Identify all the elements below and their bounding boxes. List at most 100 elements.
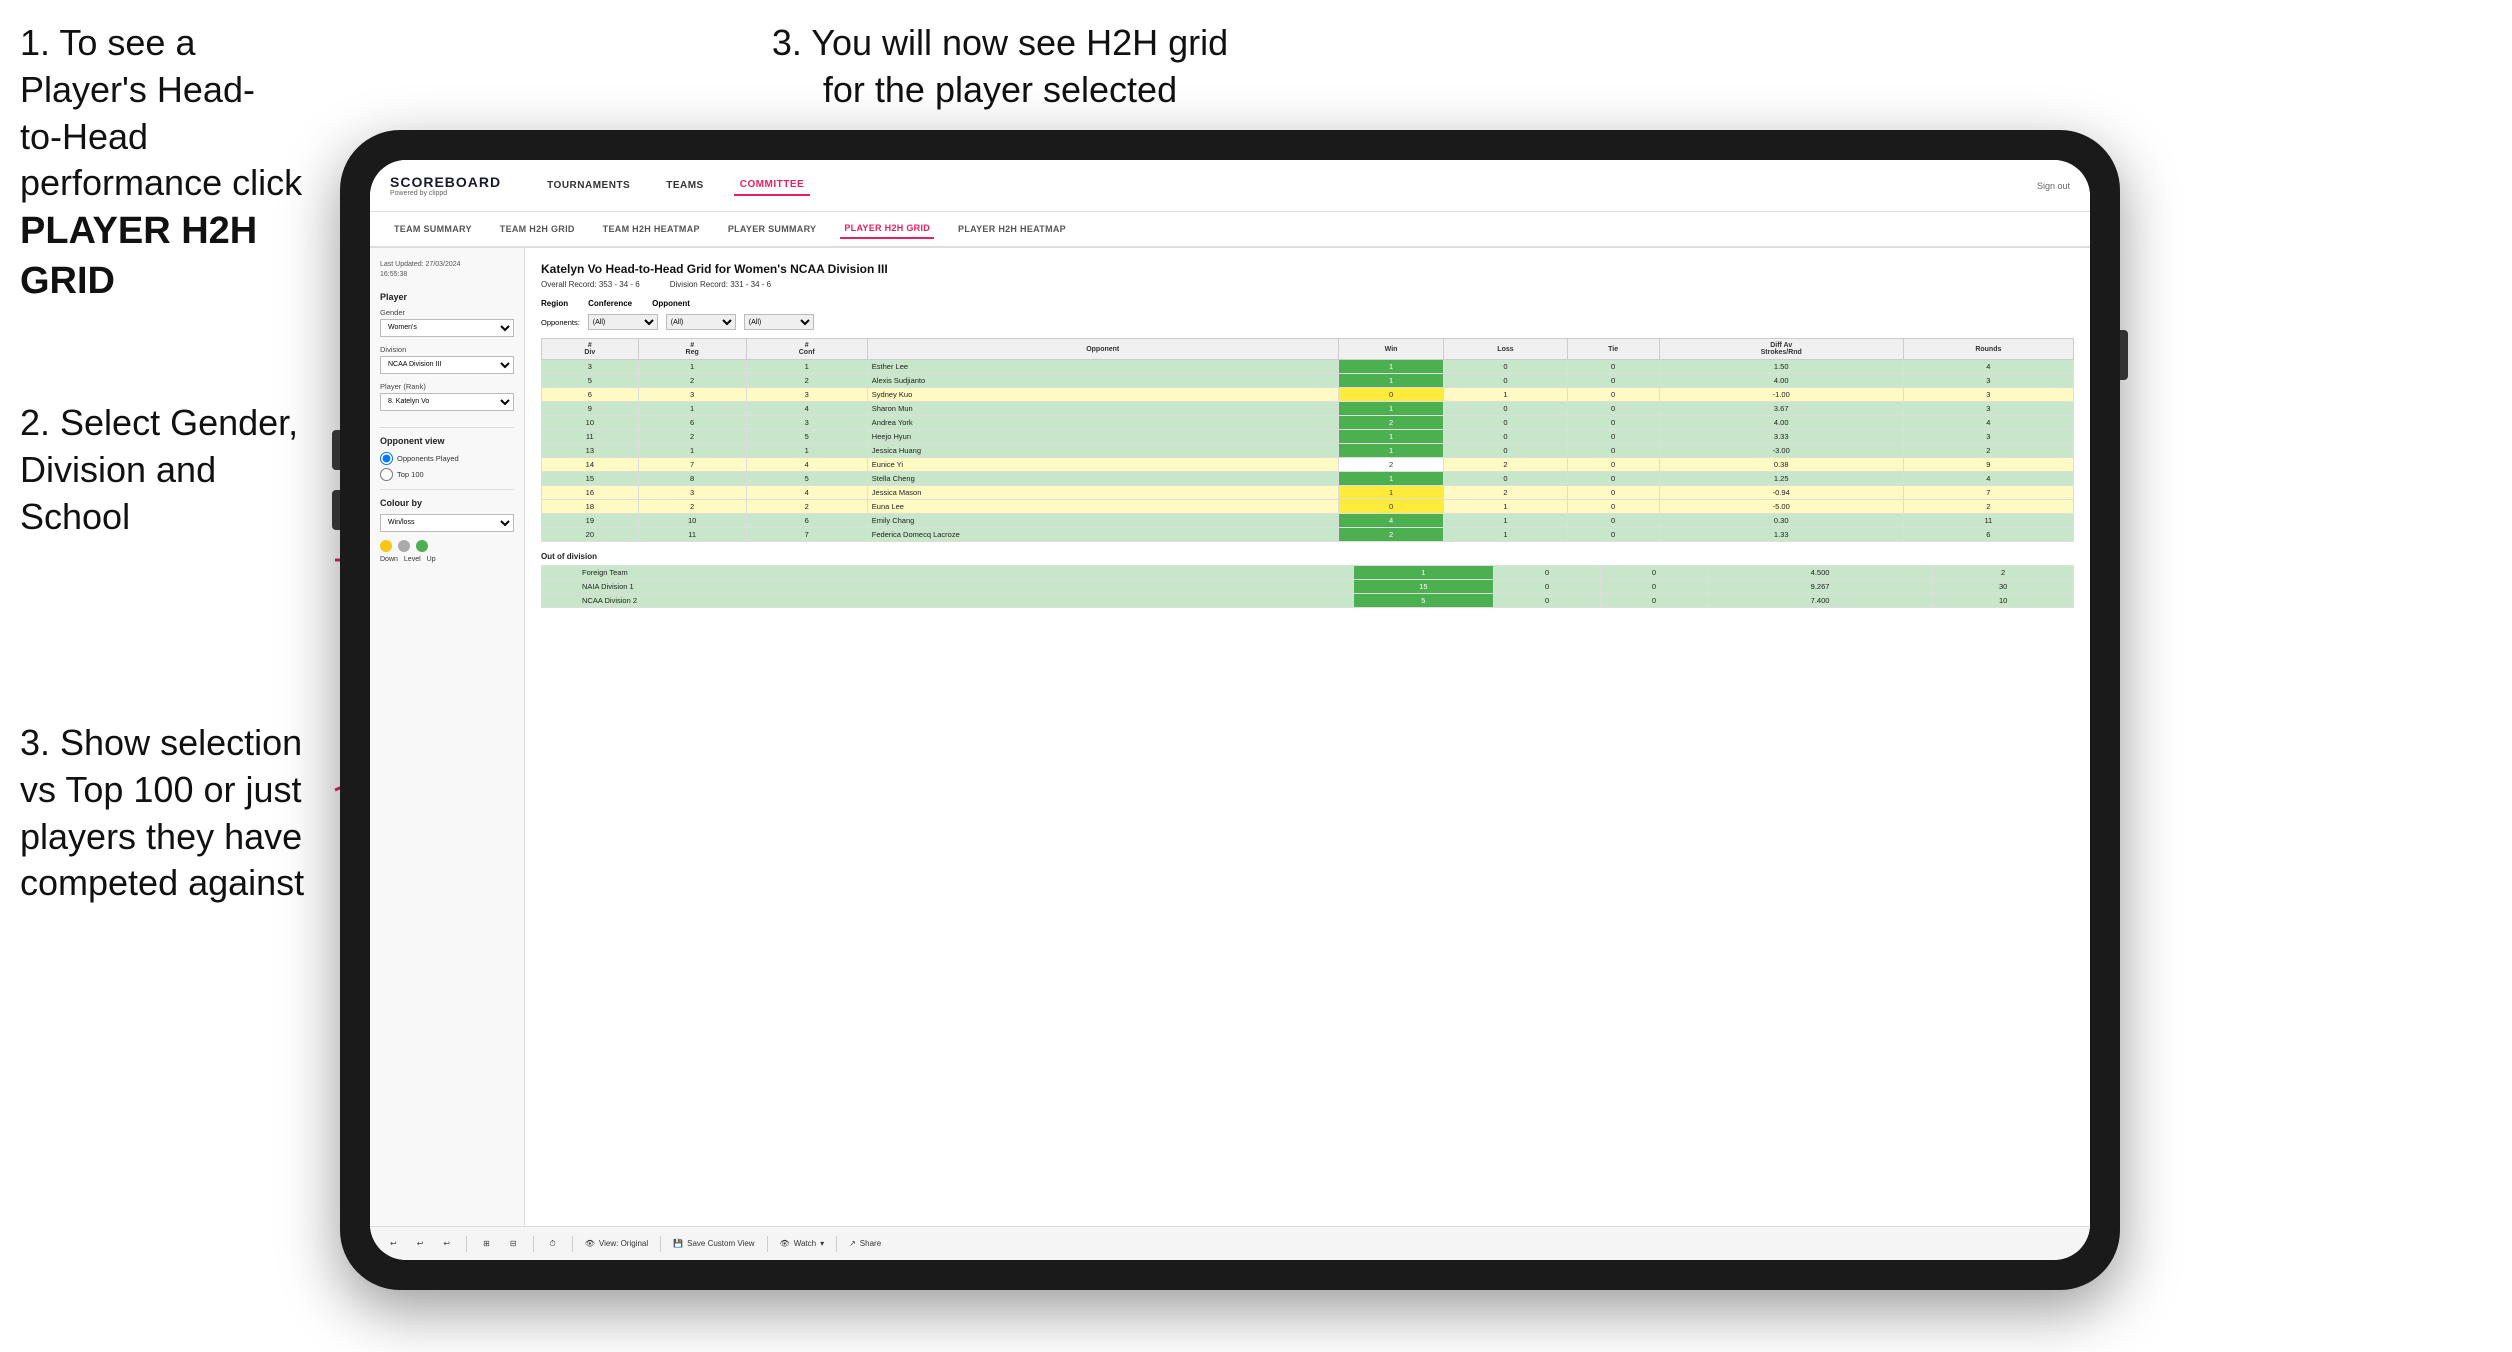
table-row: 3 1 1 Esther Lee 1 0 0 1.50 4 — [542, 360, 2074, 374]
h2h-table: #Div #Reg #Conf Opponent Win Loss Tie Di… — [541, 338, 2074, 542]
share-btn[interactable]: ↗ Share — [849, 1239, 881, 1248]
cell-reg: 2 — [638, 374, 746, 388]
table-row: 20 11 7 Federica Domecq Lacroze 2 1 0 1.… — [542, 528, 2074, 542]
cell-div: 16 — [542, 486, 639, 500]
power-button[interactable] — [2120, 330, 2128, 380]
view-original-btn[interactable]: 👁 View: Original — [585, 1239, 648, 1248]
cell-reg: 3 — [638, 486, 746, 500]
cell-diff: 0.38 — [1659, 458, 1903, 472]
cell-rounds: 3 — [1903, 402, 2073, 416]
bottom-toolbar: ↩ ↩ ↩ ⊞ ⊟ ⏱ 👁 View: Original 💾 Save Cust… — [525, 1226, 2090, 1258]
cell-diff: -3.00 — [1659, 444, 1903, 458]
ood-cell-loss: 0 — [1494, 594, 1601, 608]
cell-tie: 0 — [1567, 500, 1659, 514]
cell-win: 2 — [1338, 528, 1444, 542]
sub-nav-team-h2h-heatmap[interactable]: TEAM H2H HEATMAP — [599, 220, 704, 238]
ood-cell-team: Foreign Team — [542, 566, 1354, 580]
division-select[interactable]: NCAA Division III — [380, 356, 514, 374]
ood-cell-win: 15 — [1353, 580, 1494, 594]
grid-panel: Katelyn Vo Head-to-Head Grid for Women's… — [525, 248, 2090, 1258]
ood-table-body: Foreign Team 1 0 0 4.500 2 NAIA Division… — [542, 566, 2074, 608]
gender-select[interactable]: Women's — [380, 319, 514, 337]
cell-conf: 7 — [746, 528, 867, 542]
cell-rounds: 9 — [1903, 458, 2073, 472]
cell-reg: 7 — [638, 458, 746, 472]
cell-rounds: 4 — [1903, 416, 2073, 430]
volume-up-button[interactable] — [332, 430, 340, 470]
sub-nav-player-h2h-heatmap[interactable]: PLAYER H2H HEATMAP — [954, 220, 1070, 238]
cell-div: 5 — [542, 374, 639, 388]
cell-conf: 3 — [746, 416, 867, 430]
cell-loss: 0 — [1444, 444, 1567, 458]
nav-committee[interactable]: COMMITTEE — [734, 175, 811, 196]
tablet-screen: SCOREBOARD Powered by clippd TOURNAMENTS… — [370, 160, 2090, 1260]
cell-reg: 1 — [638, 402, 746, 416]
save-custom-view-btn[interactable]: 💾 Save Custom View — [673, 1239, 754, 1248]
cell-win: 1 — [1338, 374, 1444, 388]
cell-win: 1 — [1338, 444, 1444, 458]
cell-diff: 1.25 — [1659, 472, 1903, 486]
volume-down-button[interactable] — [332, 490, 340, 530]
sub-nav: TEAM SUMMARY TEAM H2H GRID TEAM H2H HEAT… — [370, 212, 2090, 248]
ood-cell-win: 5 — [1353, 594, 1494, 608]
col-div: #Div — [542, 339, 639, 360]
nav-tournaments[interactable]: TOURNAMENTS — [541, 176, 636, 195]
cell-loss: 2 — [1444, 458, 1567, 472]
sub-nav-team-h2h-grid[interactable]: TEAM H2H GRID — [496, 220, 579, 238]
cell-opponent: Eunice Yi — [867, 458, 1338, 472]
ood-cell-rounds: 30 — [1933, 580, 2074, 594]
sign-out[interactable]: Sign out — [2037, 181, 2070, 191]
radio-top-100[interactable]: Top 100 — [380, 468, 514, 481]
opponent-view-label: Opponent view — [380, 436, 514, 446]
cell-win: 0 — [1338, 500, 1444, 514]
watch-btn[interactable]: 👁 Watch ▾ — [780, 1239, 825, 1248]
colour-by-select[interactable]: Win/loss — [380, 514, 514, 532]
sub-nav-player-h2h-grid[interactable]: PLAYER H2H GRID — [840, 219, 934, 239]
cell-loss: 1 — [1444, 514, 1567, 528]
ood-cell-tie: 0 — [1601, 566, 1708, 580]
ood-cell-team: NAIA Division 1 — [542, 580, 1354, 594]
cell-win: 1 — [1338, 430, 1444, 444]
cell-win: 2 — [1338, 416, 1444, 430]
cell-tie: 0 — [1567, 486, 1659, 500]
colour-by-label: Colour by — [380, 498, 514, 508]
instruction-3-top: 3. You will now see H2H grid for the pla… — [750, 20, 1250, 114]
col-loss: Loss — [1444, 339, 1567, 360]
nav-items: TOURNAMENTS TEAMS COMMITTEE — [541, 175, 2007, 196]
cell-win: 1 — [1338, 486, 1444, 500]
opponent-select[interactable]: (All) — [744, 314, 814, 330]
cell-rounds: 6 — [1903, 528, 2073, 542]
legend-up-dot — [416, 540, 428, 552]
conference-select[interactable]: (All) — [666, 314, 736, 330]
cell-tie: 0 — [1567, 360, 1659, 374]
conference-filter: Conference — [588, 299, 632, 308]
cell-opponent: Andrea York — [867, 416, 1338, 430]
region-select[interactable]: (All) — [588, 314, 658, 330]
cell-div: 18 — [542, 500, 639, 514]
cell-reg: 10 — [638, 514, 746, 528]
cell-opponent: Esther Lee — [867, 360, 1338, 374]
opponent-filter-label: Opponent — [652, 299, 690, 308]
ood-cell-diff: 7.400 — [1707, 594, 1932, 608]
player-rank-select[interactable]: 8. Katelyn Vo — [380, 393, 514, 411]
cell-loss: 0 — [1444, 360, 1567, 374]
cell-opponent: Jessica Huang — [867, 444, 1338, 458]
cell-win: 0 — [1338, 388, 1444, 402]
cell-rounds: 7 — [1903, 486, 2073, 500]
cell-rounds: 3 — [1903, 374, 2073, 388]
col-tie: Tie — [1567, 339, 1659, 360]
table-row: 15 8 5 Stella Cheng 1 0 0 1.25 4 — [542, 472, 2074, 486]
sub-nav-player-summary[interactable]: PLAYER SUMMARY — [724, 220, 821, 238]
nav-bar: SCOREBOARD Powered by clippd TOURNAMENTS… — [370, 160, 2090, 212]
radio-opponents-played[interactable]: Opponents Played — [380, 452, 514, 465]
nav-teams[interactable]: TEAMS — [660, 176, 710, 195]
cell-diff: 4.00 — [1659, 416, 1903, 430]
cell-reg: 2 — [638, 430, 746, 444]
cell-div: 9 — [542, 402, 639, 416]
clock-btn[interactable]: ⏱ — [546, 1237, 560, 1251]
cell-div: 10 — [542, 416, 639, 430]
sub-nav-team-summary[interactable]: TEAM SUMMARY — [390, 220, 476, 238]
cell-opponent: Euna Lee — [867, 500, 1338, 514]
legend-down-label: Down — [380, 556, 398, 563]
cell-loss: 1 — [1444, 500, 1567, 514]
